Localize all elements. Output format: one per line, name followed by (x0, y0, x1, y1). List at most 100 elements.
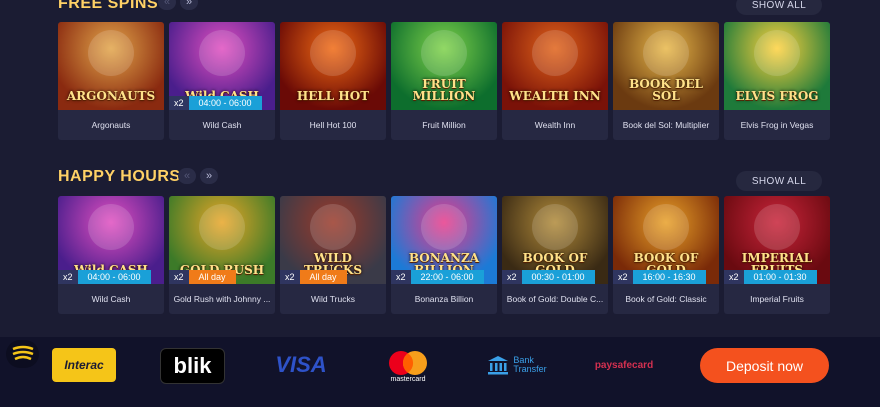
game-thumbnail[interactable]: WILD TRUCKSx2All day (280, 196, 386, 284)
game-card[interactable]: WEALTH INN Wealth Inn (502, 22, 608, 140)
paysafecard-logo: paysafecard (588, 354, 660, 376)
free-spins-show-all-button[interactable]: SHOW ALL (736, 0, 822, 15)
happy-hour-badge: x2 04:00 - 06:00 (169, 96, 262, 110)
game-name: Bonanza Billion (414, 294, 474, 304)
multiplier-label: x2 (169, 270, 189, 284)
multiplier-label: x2 (169, 96, 189, 110)
game-name: Wild Cash (202, 120, 242, 130)
game-name: Book del Sol: Multiplier (622, 120, 710, 130)
game-art-shape (199, 30, 245, 76)
multiplier-label: x2 (724, 270, 744, 284)
game-card[interactable]: IMPERIAL FRUITSx201:00 - 01:30 Imperial F… (724, 196, 830, 314)
game-card[interactable]: GOLD RUSHx2All day Gold Rush with Johnny … (169, 196, 275, 314)
happy-hours-next-button[interactable]: » (200, 168, 218, 184)
game-art-shape (532, 204, 578, 250)
game-card[interactable]: BOOK OF GOLDx200:30 - 01:00 Book of Gold:… (502, 196, 608, 314)
game-name: Fruit Million (422, 120, 466, 130)
game-thumbnail[interactable]: Wild CASHx204:00 - 06:00 (169, 22, 275, 110)
game-thumbnail[interactable]: ELVIS FROG (724, 22, 830, 110)
happy-hours-title: HAPPY HOURS (58, 168, 181, 185)
visa-logo: VISA (268, 350, 334, 380)
time-window-label: 22:00 - 06:00 (410, 270, 484, 284)
happy-hours-show-all-button[interactable]: SHOW ALL (736, 171, 822, 191)
visa-label: VISA (275, 352, 327, 377)
game-card[interactable]: Wild CASHx204:00 - 06:00 Wild Cash (169, 22, 275, 140)
free-spins-title: FREE SPINS (58, 0, 159, 12)
game-card[interactable]: BOOK DEL SOL Book del Sol: Multiplier (613, 22, 719, 140)
free-spins-next-button[interactable]: » (180, 0, 198, 10)
happy-hours-prev-button[interactable]: « (178, 168, 196, 184)
mastercard-label: mastercard (390, 375, 426, 383)
game-art-title: HELL HOT (296, 89, 370, 103)
game-card[interactable]: HELL HOT Hell Hot 100 (280, 22, 386, 140)
game-thumbnail[interactable]: ARGONAUTS (58, 22, 164, 110)
game-art-shape (754, 204, 800, 250)
paysafecard-label: paysafecard (594, 359, 654, 371)
happy-hour-badge: x2 00:30 - 01:00 (502, 270, 595, 284)
free-spins-nav: « » (158, 0, 198, 10)
deposit-now-button[interactable]: Deposit now (700, 348, 829, 383)
game-card[interactable]: Wild CASHx204:00 - 06:00 Wild Cash (58, 196, 164, 314)
time-window-label: 00:30 - 01:00 (521, 270, 595, 284)
game-thumbnail[interactable]: IMPERIAL FRUITSx201:00 - 01:30 (724, 196, 830, 284)
game-card[interactable]: ELVIS FROG Elvis Frog in Vegas (724, 22, 830, 140)
time-window-label: All day (299, 270, 347, 284)
game-thumbnail[interactable]: BOOK OF GOLDx216:00 - 16:30 (613, 196, 719, 284)
game-thumbnail[interactable]: Wild CASHx204:00 - 06:00 (58, 196, 164, 284)
bank-icon (488, 356, 509, 375)
game-thumbnail[interactable]: FRUIT MILLION (391, 22, 497, 110)
time-window-label: 04:00 - 06:00 (77, 270, 151, 284)
game-thumbnail[interactable]: HELL HOT (280, 22, 386, 110)
bank-transfer-logo: Bank Transfer (484, 351, 550, 379)
mastercard-logo: mastercard (380, 346, 436, 386)
game-card[interactable]: BONANZA BILLIONx222:00 - 06:00 Bonanza Bi… (391, 196, 497, 314)
game-name: Imperial Fruits (750, 294, 804, 304)
game-card[interactable]: FRUIT MILLION Fruit Million (391, 22, 497, 140)
game-art-shape (754, 30, 800, 76)
game-name: Hell Hot 100 (309, 120, 357, 130)
game-thumbnail[interactable]: BOOK DEL SOL (613, 22, 719, 110)
game-art-shape (88, 30, 134, 76)
game-art-shape (88, 204, 134, 250)
happy-hour-badge: x2 All day (169, 270, 236, 284)
game-card[interactable]: ARGONAUTS Argonauts (58, 22, 164, 140)
game-art-shape (643, 30, 689, 76)
game-art-title: WEALTH INN (509, 89, 601, 103)
game-art-shape (310, 30, 356, 76)
game-thumbnail[interactable]: WEALTH INN (502, 22, 608, 110)
blik-label: blik (173, 353, 212, 378)
happy-hour-badge: x2 01:00 - 01:30 (724, 270, 817, 284)
interac-label: Interac (64, 358, 104, 372)
game-card[interactable]: WILD TRUCKSx2All day Wild Trucks (280, 196, 386, 314)
game-thumbnail[interactable]: BOOK OF GOLDx200:30 - 01:00 (502, 196, 608, 284)
happy-hours-nav: « » (178, 168, 218, 184)
time-window-label: All day (188, 270, 236, 284)
game-art-title: ARGONAUTS (66, 89, 156, 103)
game-name: Wild Cash (91, 294, 131, 304)
game-art-title: BOOK DEL SOL (629, 77, 703, 103)
game-card[interactable]: BOOK OF GOLDx216:00 - 16:30 Book of Gold:… (613, 196, 719, 314)
interac-logo: Interac (52, 348, 116, 382)
free-spins-prev-button[interactable]: « (158, 0, 176, 10)
free-spins-row: ARGONAUTS Argonauts Wild CASHx204:00 - 06:… (58, 22, 830, 140)
time-window-label: 04:00 - 06:00 (188, 96, 262, 110)
logo-menu-icon[interactable] (6, 340, 39, 368)
game-art-shape (421, 204, 467, 250)
game-name: Wild Trucks (311, 294, 355, 304)
game-thumbnail[interactable]: BONANZA BILLIONx222:00 - 06:00 (391, 196, 497, 284)
game-name: Book of Gold: Classic (625, 294, 707, 304)
game-name: Gold Rush with Johnny ... (173, 294, 271, 304)
multiplier-label: x2 (58, 270, 78, 284)
multiplier-label: x2 (391, 270, 411, 284)
game-name: Wealth Inn (534, 120, 576, 130)
bank-transfer-line2: Transfer (513, 364, 547, 374)
game-thumbnail[interactable]: GOLD RUSHx2All day (169, 196, 275, 284)
game-name: Book of Gold: Double C... (506, 294, 604, 304)
multiplier-label: x2 (280, 270, 300, 284)
game-art-title: FRUIT MILLION (412, 77, 476, 103)
multiplier-label: x2 (613, 270, 633, 284)
time-window-label: 01:00 - 01:30 (743, 270, 817, 284)
happy-hour-badge: x2 04:00 - 06:00 (58, 270, 151, 284)
happy-hours-row: Wild CASHx204:00 - 06:00 Wild Cash GOLD RU… (58, 196, 830, 314)
game-art-shape (310, 204, 356, 250)
